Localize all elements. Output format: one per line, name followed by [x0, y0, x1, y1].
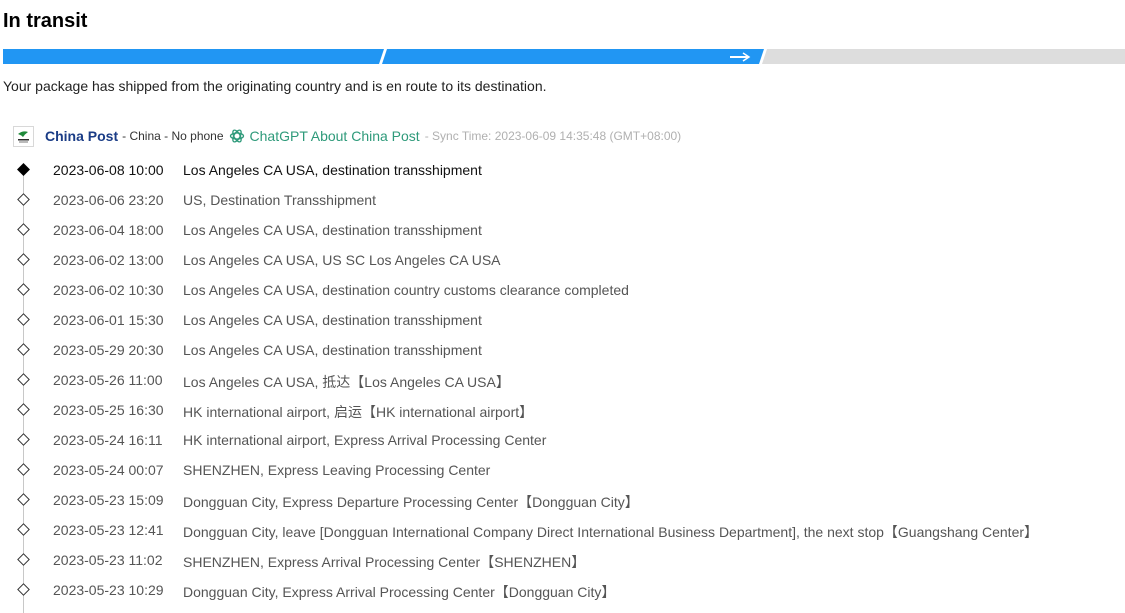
event-description: HK international airport, Express Arriva… — [183, 432, 547, 448]
timeline-event: 2023-05-23 10:29 Dongguan City, Express A… — [0, 575, 1125, 605]
status-diamond-icon — [17, 283, 30, 296]
event-time: 2023-05-29 20:30 — [53, 342, 164, 358]
china-post-logo-icon — [13, 125, 34, 147]
event-description: Los Angeles CA USA, destination country … — [183, 282, 629, 298]
timeline-event: 2023-05-26 11:00 Los Angeles CA USA, 抵达【L… — [0, 365, 1125, 395]
event-time: 2023-06-02 10:30 — [53, 282, 164, 298]
status-diamond-icon — [17, 433, 30, 446]
status-title: In transit — [3, 10, 88, 32]
timeline-event: 2023-06-01 15:30 Los Angeles CA USA, dest… — [0, 305, 1125, 335]
event-time: 2023-05-26 11:00 — [53, 372, 163, 388]
timeline-event: 2023-06-04 18:00 Los Angeles CA USA, dest… — [0, 215, 1125, 245]
status-diamond-icon — [17, 523, 30, 536]
event-description: Los Angeles CA USA, destination transshi… — [183, 222, 482, 238]
event-time: 2023-06-08 10:00 — [53, 162, 164, 178]
event-time: 2023-06-02 13:00 — [53, 252, 164, 268]
timeline-event: 2023-05-24 16:11 HK international airport… — [0, 425, 1125, 455]
progress-segment-3 — [762, 49, 1125, 64]
event-description: US, Destination Transshipment — [183, 192, 376, 208]
timeline-event: 2023-05-24 00:07 SHENZHEN, Express Leavin… — [0, 455, 1125, 485]
event-description: SHENZHEN, Express Arrival Processing Cen… — [183, 554, 586, 570]
carrier-header: China Post - China - No phone ChatGPT Ab… — [13, 125, 681, 147]
timeline-event: 2023-05-29 20:30 Los Angeles CA USA, dest… — [0, 335, 1125, 365]
progress-segment-2 — [382, 49, 764, 64]
status-diamond-icon — [17, 253, 30, 266]
event-description: Los Angeles CA USA, destination transshi… — [183, 342, 482, 358]
event-time: 2023-05-23 11:02 — [53, 552, 163, 568]
event-time: 2023-05-24 00:07 — [53, 462, 164, 478]
status-diamond-icon — [17, 553, 30, 566]
status-diamond-icon — [17, 403, 30, 416]
timeline-event: 2023-05-25 16:30 HK international airport… — [0, 395, 1125, 425]
event-time: 2023-06-04 18:00 — [53, 222, 164, 238]
status-diamond-icon — [17, 223, 30, 236]
event-description: Los Angeles CA USA, 抵达【Los Angeles CA US… — [183, 374, 510, 390]
progress-bar-graphic — [3, 49, 1125, 64]
openai-icon — [229, 128, 245, 144]
event-list: 2023-06-08 10:00 Los Angeles CA USA, dest… — [0, 155, 1125, 605]
status-diamond-icon — [17, 583, 30, 596]
timeline-event: 2023-06-06 23:20 US, Destination Transshi… — [0, 185, 1125, 215]
status-diamond-icon — [17, 493, 30, 506]
status-diamond-icon — [17, 313, 30, 326]
event-time: 2023-06-01 15:30 — [53, 312, 164, 328]
event-time: 2023-06-06 23:20 — [53, 192, 164, 208]
carrier-name-link[interactable]: China Post — [45, 128, 118, 144]
event-time: 2023-05-23 15:09 — [53, 492, 164, 508]
timeline-event: 2023-06-02 10:30 Los Angeles CA USA, dest… — [0, 275, 1125, 305]
tracking-timeline: 2023-06-08 10:00 Los Angeles CA USA, dest… — [0, 155, 1125, 613]
timeline-event: 2023-06-02 13:00 Los Angeles CA USA, US S… — [0, 245, 1125, 275]
current-status-diamond-icon — [17, 163, 30, 176]
event-description: SHENZHEN, Express Leaving Processing Cen… — [183, 462, 491, 478]
event-description: Dongguan City, Express Departure Process… — [183, 494, 639, 510]
event-time: 2023-05-23 12:41 — [53, 522, 164, 538]
timeline-event: 2023-05-23 12:41 Dongguan City, leave [Do… — [0, 515, 1125, 545]
event-time: 2023-05-23 10:29 — [53, 582, 164, 598]
event-description: Dongguan City, leave [Dongguan Internati… — [183, 524, 1039, 540]
timeline-event: 2023-05-23 11:02 SHENZHEN, Express Arriva… — [0, 545, 1125, 575]
progress-segment-1 — [3, 49, 384, 64]
event-description: Los Angeles CA USA, destination transshi… — [183, 162, 482, 178]
status-diamond-icon — [17, 193, 30, 206]
event-description: Dongguan City, Express Arrival Processin… — [183, 584, 616, 600]
event-description: Los Angeles CA USA, US SC Los Angeles CA… — [183, 252, 501, 268]
sync-time: - Sync Time: 2023-06-09 14:35:48 (GMT+08… — [424, 129, 682, 143]
event-description: Los Angeles CA USA, destination transshi… — [183, 312, 482, 328]
chatgpt-about-carrier-link[interactable]: ChatGPT About China Post — [229, 128, 420, 144]
event-time: 2023-05-24 16:11 — [53, 432, 163, 448]
carrier-meta: - China - No phone — [122, 129, 224, 143]
event-description: HK international airport, 启运【HK internat… — [183, 404, 534, 420]
timeline-event: 2023-06-08 10:00 Los Angeles CA USA, dest… — [0, 155, 1125, 185]
status-diamond-icon — [17, 463, 30, 476]
event-time: 2023-05-25 16:30 — [53, 402, 164, 418]
status-diamond-icon — [17, 343, 30, 356]
chatgpt-link-label: ChatGPT About China Post — [249, 128, 420, 144]
status-description: Your package has shipped from the origin… — [3, 78, 547, 94]
status-diamond-icon — [17, 373, 30, 386]
timeline-event: 2023-05-23 15:09 Dongguan City, Express D… — [0, 485, 1125, 515]
progress-bar — [3, 49, 1125, 64]
